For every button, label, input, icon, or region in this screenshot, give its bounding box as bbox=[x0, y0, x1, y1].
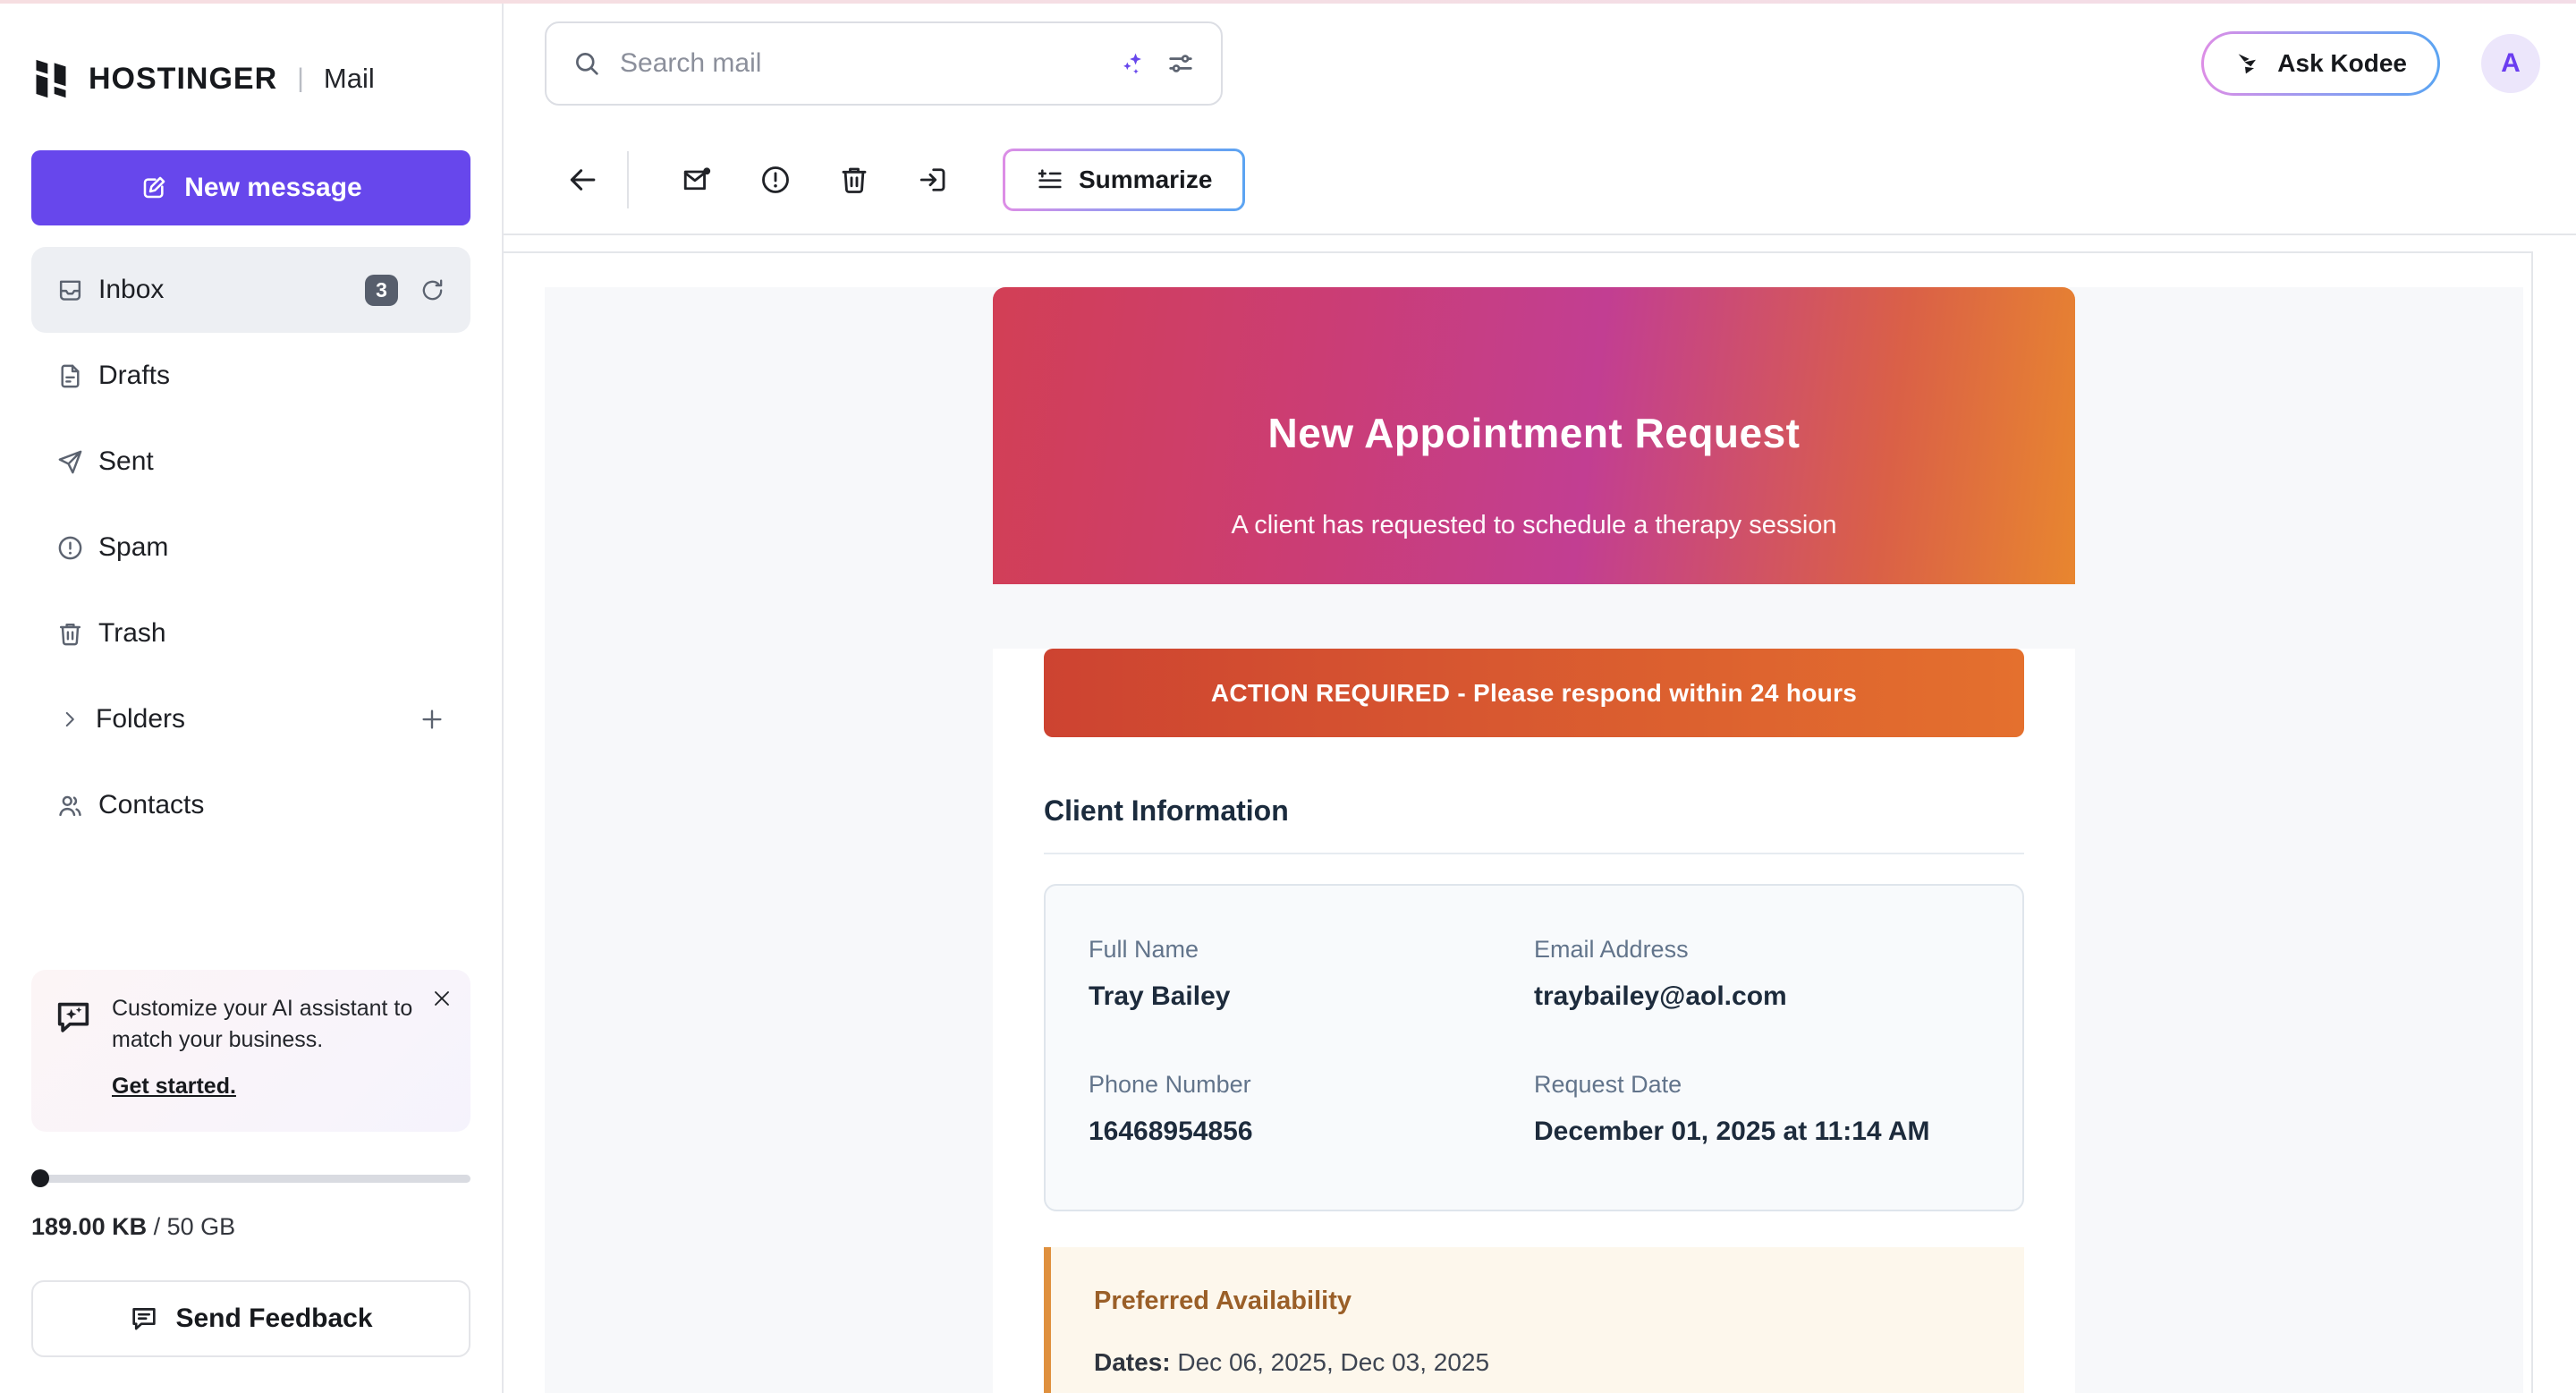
sidebar-item-label: Trash bbox=[98, 618, 166, 649]
field-email-address: Email Address traybailey@aol.com bbox=[1534, 936, 1979, 1012]
sidebar-item-label: Folders bbox=[96, 704, 185, 735]
preferred-availability-box: Preferred Availability Dates: Dec 06, 20… bbox=[1044, 1247, 2024, 1393]
trash-icon bbox=[56, 620, 84, 648]
dates-label: Dates: bbox=[1094, 1348, 1171, 1376]
sidebar-item-label: Contacts bbox=[98, 790, 204, 820]
avatar[interactable]: A bbox=[2481, 34, 2540, 93]
field-value: December 01, 2025 at 11:14 AM bbox=[1534, 1117, 1979, 1147]
brand-divider: | bbox=[297, 64, 304, 94]
ai-sparkles-icon[interactable] bbox=[1117, 48, 1148, 79]
folder-nav: Inbox 3 Drafts Sent bbox=[31, 247, 470, 848]
storage-total: / 50 GB bbox=[154, 1213, 236, 1240]
get-started-link[interactable]: Get started. bbox=[112, 1074, 236, 1100]
search-icon bbox=[572, 48, 602, 79]
client-info-card: Full Name Tray Bailey Email Address tray… bbox=[1044, 884, 2024, 1211]
close-icon[interactable] bbox=[431, 988, 453, 1009]
summarize-label: Summarize bbox=[1079, 166, 1212, 194]
sidebar-item-contacts[interactable]: Contacts bbox=[31, 762, 470, 848]
availability-heading: Preferred Availability bbox=[1094, 1287, 1981, 1316]
add-folder-icon[interactable] bbox=[419, 706, 445, 733]
email-title: New Appointment Request bbox=[1267, 409, 1800, 457]
compose-icon bbox=[140, 174, 168, 202]
topbar: Ask Kodee A bbox=[504, 0, 2576, 126]
email-subtitle: A client has requested to schedule a the… bbox=[1231, 511, 1836, 540]
field-value: traybailey@aol.com bbox=[1534, 981, 1979, 1012]
field-label: Email Address bbox=[1534, 936, 1979, 964]
contacts-icon bbox=[56, 792, 84, 820]
delete-icon[interactable] bbox=[838, 164, 870, 196]
field-value: 16468954856 bbox=[1089, 1117, 1534, 1147]
sidebar-item-sent[interactable]: Sent bbox=[31, 419, 470, 505]
summarize-button[interactable]: Summarize bbox=[1003, 149, 1245, 211]
ai-promo-text: Customize your AI assistant to match you… bbox=[112, 993, 417, 1056]
search-box[interactable] bbox=[545, 21, 1223, 106]
email-hero-header: New Appointment Request A client has req… bbox=[993, 287, 2075, 584]
report-spam-icon[interactable] bbox=[759, 164, 792, 196]
search-input[interactable] bbox=[620, 48, 1099, 79]
storage-usage-text: 189.00 KB / 50 GB bbox=[31, 1213, 470, 1241]
sidebar-item-trash[interactable]: Trash bbox=[31, 590, 470, 676]
field-label: Phone Number bbox=[1089, 1071, 1534, 1099]
top-edge-strip bbox=[0, 0, 2576, 4]
email-body: ACTION REQUIRED - Please respond within … bbox=[993, 649, 2075, 1393]
sidebar-item-label: Drafts bbox=[98, 361, 170, 391]
refresh-icon[interactable] bbox=[419, 277, 445, 303]
dates-value: Dec 06, 2025, Dec 03, 2025 bbox=[1171, 1348, 1489, 1376]
action-required-banner: ACTION REQUIRED - Please respond within … bbox=[1044, 649, 2024, 737]
kodee-icon bbox=[2234, 49, 2263, 78]
email-card: New Appointment Request A client has req… bbox=[993, 287, 2075, 1393]
sidebar: HOSTINGER | Mail New message Inbox 3 bbox=[0, 0, 504, 1393]
sidebar-item-label: Inbox bbox=[98, 275, 164, 305]
inbox-icon bbox=[56, 276, 84, 304]
storage-used: 189.00 KB bbox=[31, 1213, 147, 1240]
brand-logo[interactable]: HOSTINGER | Mail bbox=[31, 55, 470, 102]
email-canvas: New Appointment Request A client has req… bbox=[545, 287, 2523, 1393]
move-to-folder-icon[interactable] bbox=[917, 164, 949, 196]
drafts-icon bbox=[56, 362, 84, 390]
inbox-unread-badge: 3 bbox=[365, 275, 398, 306]
field-label: Full Name bbox=[1089, 936, 1534, 964]
storage-progress-knob bbox=[31, 1169, 49, 1187]
field-label: Request Date bbox=[1534, 1071, 1979, 1099]
sidebar-item-spam[interactable]: Spam bbox=[31, 505, 470, 590]
send-feedback-button[interactable]: Send Feedback bbox=[31, 1280, 470, 1357]
field-phone-number: Phone Number 16468954856 bbox=[1089, 1071, 1534, 1147]
sidebar-item-folders[interactable]: Folders bbox=[31, 676, 470, 762]
field-value: Tray Bailey bbox=[1089, 981, 1534, 1012]
client-information-heading: Client Information bbox=[1044, 794, 2024, 828]
brand-product: Mail bbox=[324, 63, 375, 95]
ai-chat-sparkle-icon bbox=[53, 997, 94, 1038]
feedback-chat-icon bbox=[129, 1304, 159, 1334]
brand-name: HOSTINGER bbox=[89, 62, 277, 97]
email-toolbar: Summarize bbox=[504, 126, 2576, 235]
availability-dates: Dates: Dec 06, 2025, Dec 03, 2025 bbox=[1094, 1348, 1981, 1377]
reading-pane: New Appointment Request A client has req… bbox=[504, 251, 2533, 1393]
storage-progress-bar bbox=[31, 1175, 470, 1183]
section-divider bbox=[1044, 853, 2024, 854]
chevron-right-icon[interactable] bbox=[58, 708, 81, 731]
filter-sliders-icon[interactable] bbox=[1165, 48, 1196, 79]
summarize-icon bbox=[1036, 166, 1064, 194]
ask-kodee-label: Ask Kodee bbox=[2277, 49, 2407, 78]
ai-assistant-promo-card: Customize your AI assistant to match you… bbox=[31, 970, 470, 1132]
send-feedback-label: Send Feedback bbox=[175, 1304, 372, 1334]
hostinger-logo-icon bbox=[31, 55, 71, 102]
toolbar-divider bbox=[627, 151, 629, 208]
spam-icon bbox=[56, 534, 84, 562]
mark-unread-icon[interactable] bbox=[681, 164, 713, 196]
back-arrow-icon[interactable] bbox=[566, 163, 600, 197]
sidebar-item-label: Spam bbox=[98, 532, 168, 563]
sidebar-item-inbox[interactable]: Inbox 3 bbox=[31, 247, 470, 333]
new-message-label: New message bbox=[184, 173, 361, 203]
field-request-date: Request Date December 01, 2025 at 11:14 … bbox=[1534, 1071, 1979, 1147]
ask-kodee-button[interactable]: Ask Kodee bbox=[2201, 31, 2440, 96]
field-full-name: Full Name Tray Bailey bbox=[1089, 936, 1534, 1012]
sidebar-item-drafts[interactable]: Drafts bbox=[31, 333, 470, 419]
sent-icon bbox=[56, 448, 84, 476]
sidebar-item-label: Sent bbox=[98, 446, 154, 477]
new-message-button[interactable]: New message bbox=[31, 150, 470, 225]
